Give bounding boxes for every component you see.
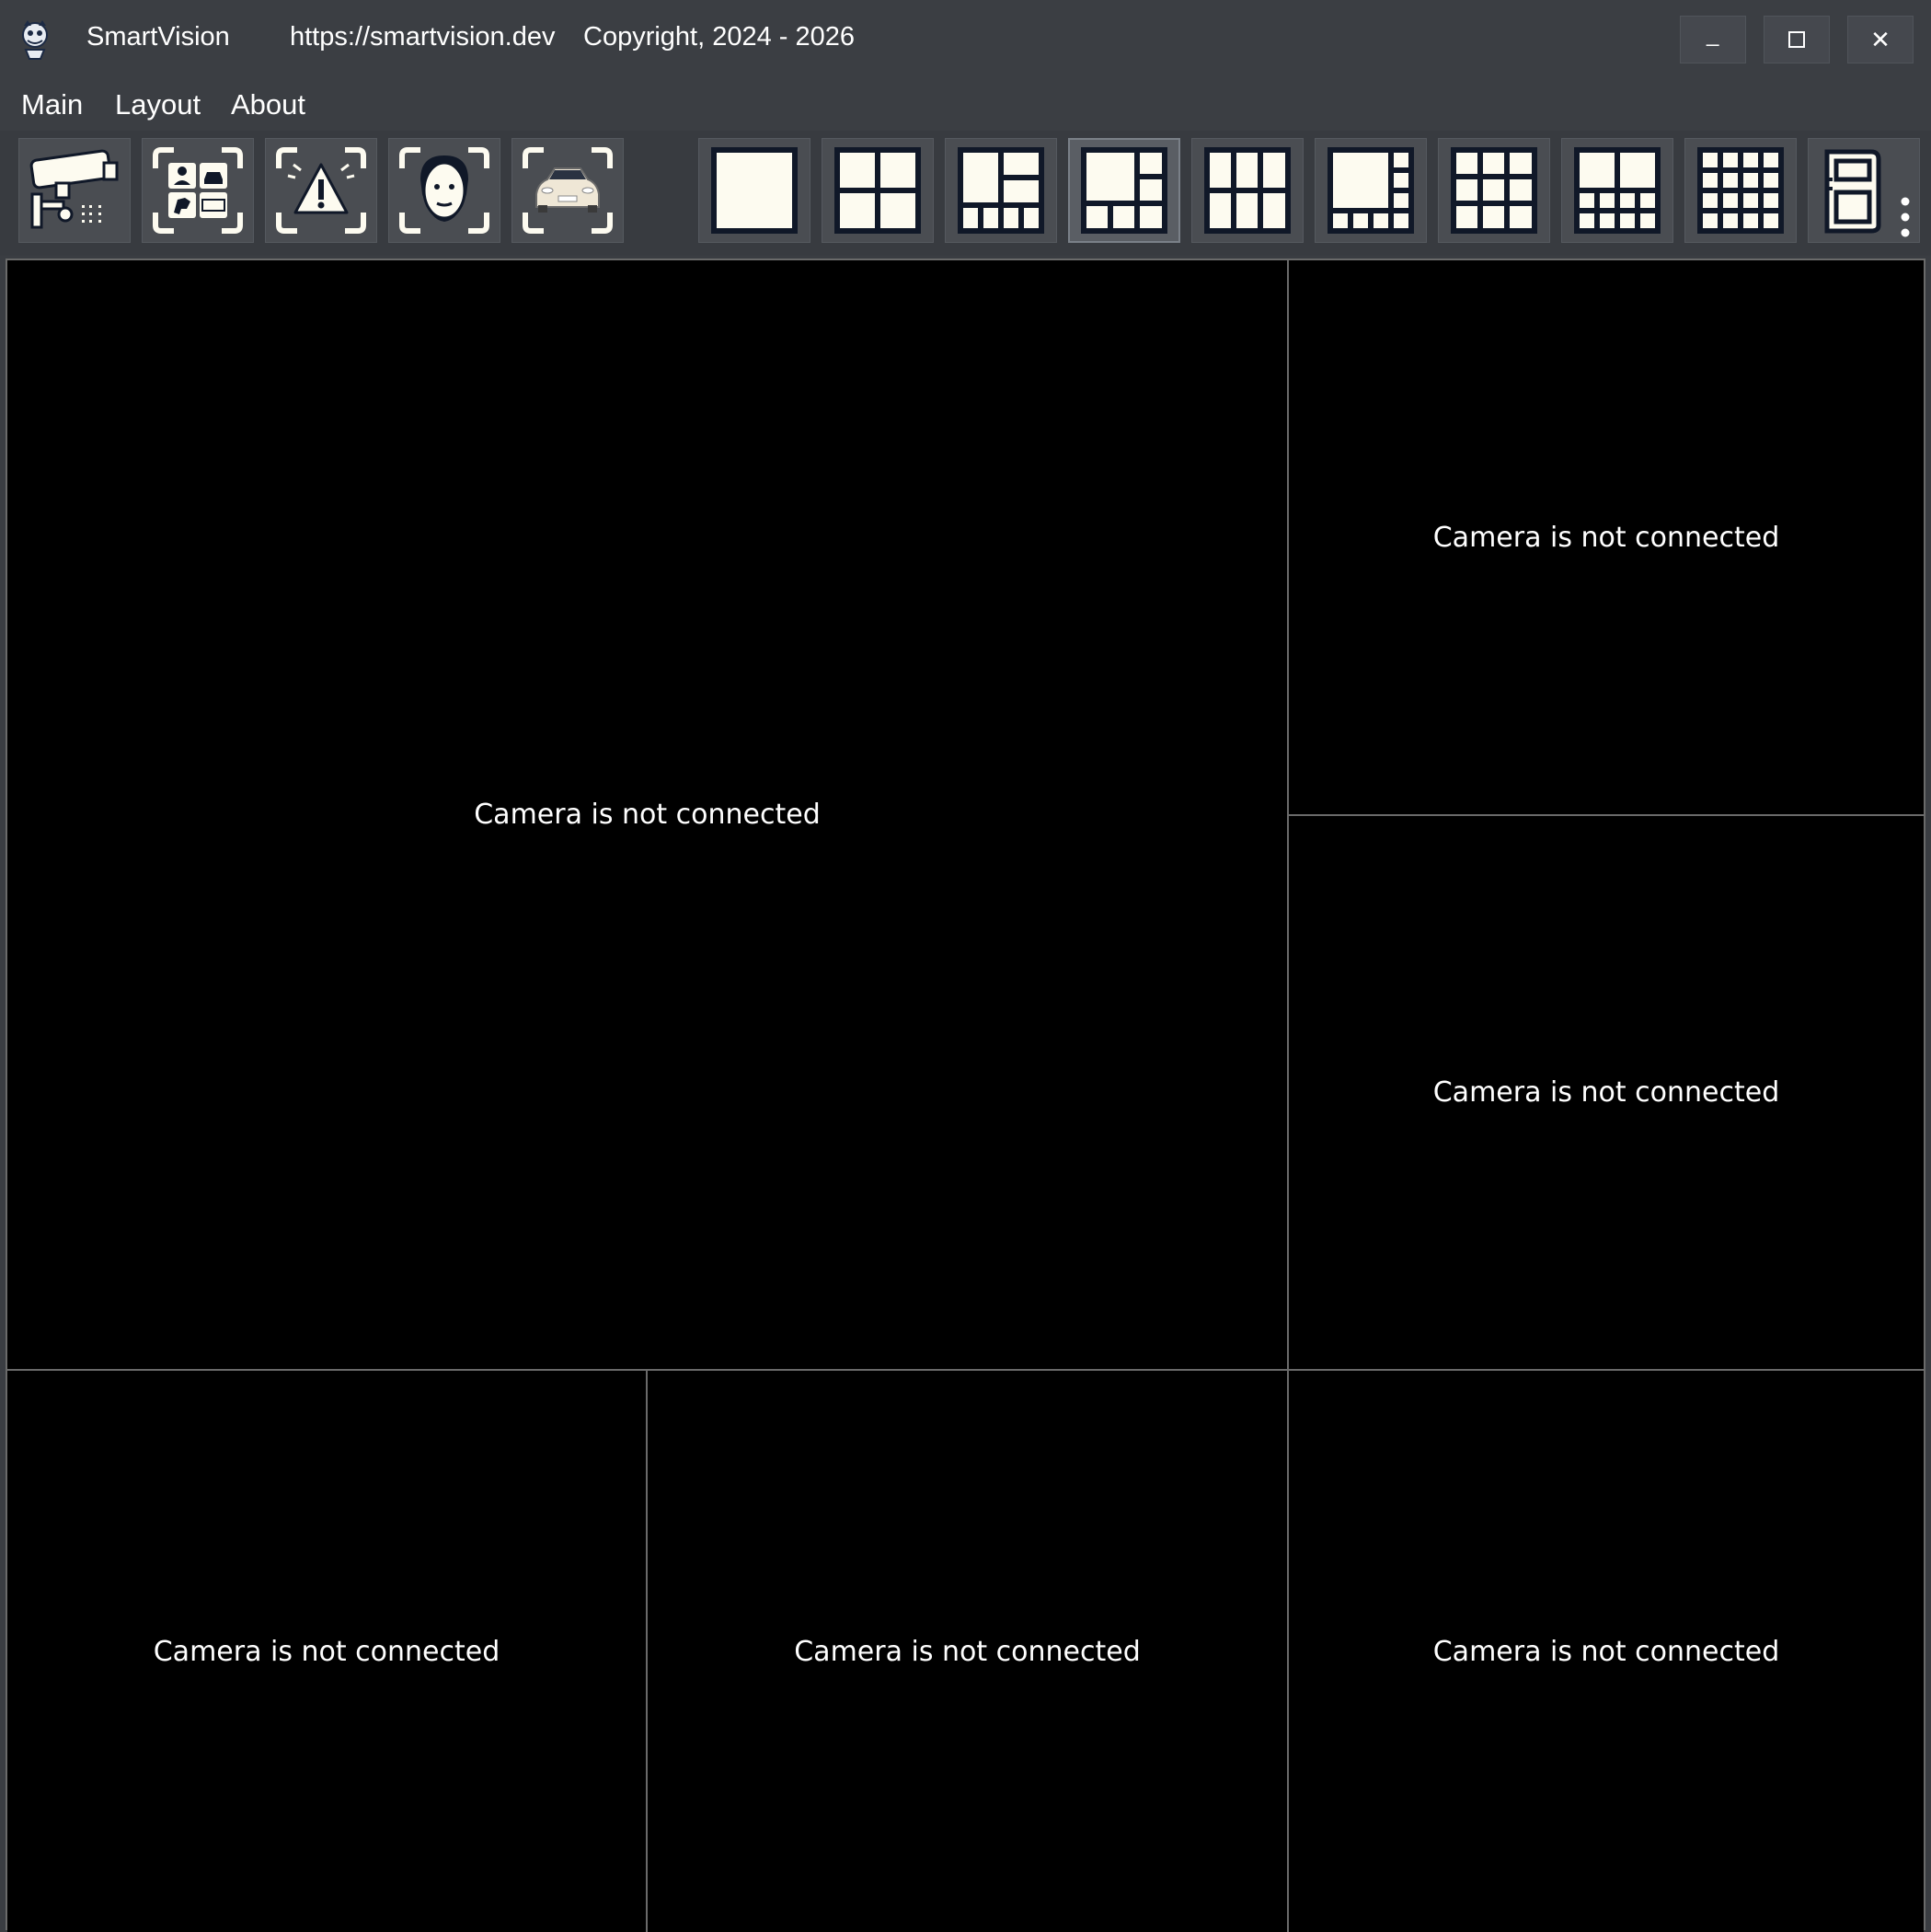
layout-1-plus-5-icon xyxy=(1081,147,1167,234)
copyright-text: Copyright, 2024 - 2026 xyxy=(583,22,856,52)
layout-4-button[interactable] xyxy=(822,138,934,243)
camera-view-2[interactable]: Camera is not connected xyxy=(1289,260,1924,814)
layout-6-button[interactable] xyxy=(1191,138,1304,243)
face-recognition-icon xyxy=(399,147,489,234)
camera-view-1[interactable]: Camera is not connected xyxy=(7,260,1287,1369)
menu-bar: Main Layout About xyxy=(0,81,1931,131)
app-url-link[interactable]: https://smartvision.dev xyxy=(290,22,556,52)
vehicle-recognition-button[interactable] xyxy=(511,138,624,243)
menu-main[interactable]: Main xyxy=(21,88,83,121)
layout-9-button[interactable] xyxy=(1438,138,1550,243)
maximize-icon xyxy=(1788,31,1805,48)
maximize-button[interactable] xyxy=(1764,16,1830,63)
layout-1-plus-7-button[interactable] xyxy=(1315,138,1427,243)
custom-layout-icon xyxy=(1824,149,1881,234)
layout-16-icon xyxy=(1697,147,1784,234)
camera-view-4[interactable]: Camera is not connected xyxy=(7,1371,646,1932)
object-detection-icon xyxy=(153,147,243,234)
layout-1-plus-8-button[interactable] xyxy=(1561,138,1673,243)
camera-view-6[interactable]: Camera is not connected xyxy=(1289,1371,1924,1932)
camera-status-label: Camera is not connected xyxy=(1432,1076,1780,1109)
grid-divider xyxy=(1287,814,1924,816)
more-options-icon[interactable] xyxy=(1901,197,1910,237)
camera-status-label: Camera is not connected xyxy=(1432,521,1780,554)
vehicle-recognition-icon xyxy=(523,147,613,234)
alert-button[interactable] xyxy=(265,138,377,243)
layout-1-icon xyxy=(711,147,798,234)
grid-divider xyxy=(646,1369,648,1932)
close-label: ✕ xyxy=(1870,25,1891,53)
camera-view-5[interactable]: Camera is not connected xyxy=(648,1371,1287,1932)
layout-1-button[interactable] xyxy=(698,138,810,243)
grid-divider xyxy=(7,1369,1924,1371)
menu-layout[interactable]: Layout xyxy=(115,88,201,121)
camera-view-3[interactable]: Camera is not connected xyxy=(1289,816,1924,1369)
close-button[interactable]: ✕ xyxy=(1847,16,1914,63)
toolbar xyxy=(0,131,1931,256)
layout-6-icon xyxy=(1204,147,1291,234)
alert-icon xyxy=(276,147,366,234)
camera-status-label: Camera is not connected xyxy=(1432,1635,1780,1668)
camera-grid: Camera is not connected Camera is not co… xyxy=(6,259,1925,1932)
cctv-camera-button[interactable] xyxy=(18,138,131,243)
camera-status-label: Camera is not connected xyxy=(794,1635,1141,1668)
layout-16-button[interactable] xyxy=(1684,138,1797,243)
camera-status-label: Camera is not connected xyxy=(153,1635,500,1668)
layout-9-icon xyxy=(1451,147,1537,234)
app-logo-icon xyxy=(22,20,48,60)
object-detection-button[interactable] xyxy=(142,138,254,243)
layout-1-plus-7-icon xyxy=(1328,147,1414,234)
camera-status-label: Camera is not connected xyxy=(474,799,821,831)
app-name: SmartVision xyxy=(86,22,230,52)
layout-1-plus-8-icon xyxy=(1574,147,1661,234)
face-recognition-button[interactable] xyxy=(388,138,500,243)
layout-1-plus-4-button[interactable] xyxy=(945,138,1057,243)
layout-4-icon xyxy=(834,147,921,234)
title-bar: SmartVision https://smartvision.dev Copy… xyxy=(0,0,1931,81)
layout-1-plus-4-icon xyxy=(958,147,1044,234)
minimize-label: _ xyxy=(1707,22,1719,47)
cctv-camera-icon xyxy=(29,149,119,229)
grid-divider xyxy=(1287,260,1289,1932)
minimize-button[interactable]: _ xyxy=(1680,16,1746,63)
layout-1-plus-5-button[interactable] xyxy=(1068,138,1180,243)
menu-about[interactable]: About xyxy=(231,88,305,121)
